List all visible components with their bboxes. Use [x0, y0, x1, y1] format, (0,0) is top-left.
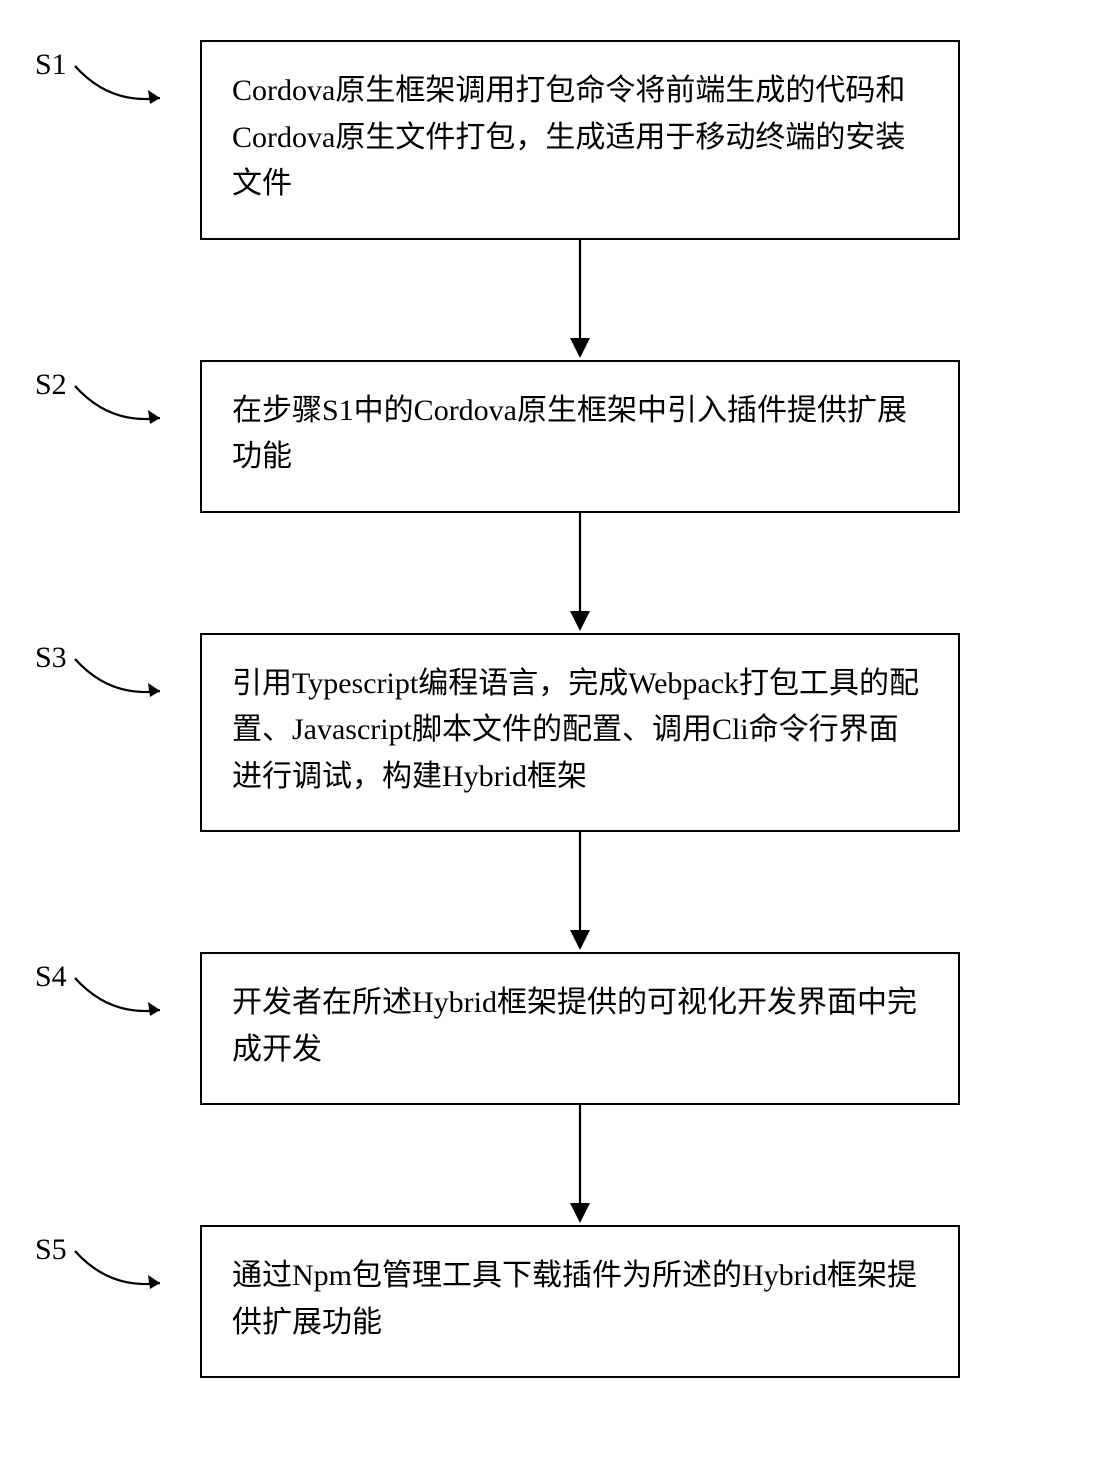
- flow-step-s3: S3 引用Typescript编程语言，完成Webpack打包工具的配置、Jav…: [0, 633, 1094, 833]
- flow-step-s1: S1 Cordova原生框架调用打包命令将前端生成的代码和Cordova原生文件…: [0, 40, 1094, 240]
- step-text-s3: 引用Typescript编程语言，完成Webpack打包工具的配置、Javasc…: [232, 667, 919, 793]
- step-box-s5: 通过Npm包管理工具下载插件为所述的Hybrid框架提供扩展功能: [200, 1225, 960, 1378]
- connector-s1-s2: [200, 240, 960, 360]
- flowchart: S1 Cordova原生框架调用打包命令将前端生成的代码和Cordova原生文件…: [0, 0, 1094, 1378]
- connector-s3-s4: [200, 832, 960, 952]
- down-arrow-icon: [560, 1105, 600, 1225]
- curved-arrow-icon: [0, 50, 160, 130]
- flow-step-s2: S2 在步骤S1中的Cordova原生框架中引入插件提供扩展功能: [0, 360, 1094, 513]
- step-label-pointer-s3: S3: [0, 643, 140, 713]
- step-box-s4: 开发者在所述Hybrid框架提供的可视化开发界面中完成开发: [200, 952, 960, 1105]
- step-text-s1: Cordova原生框架调用打包命令将前端生成的代码和Cordova原生文件打包，…: [232, 74, 905, 200]
- step-label-pointer-s4: S4: [0, 962, 140, 1032]
- curved-arrow-icon: [0, 643, 160, 723]
- connector-s2-s3: [200, 513, 960, 633]
- step-label-pointer-s1: S1: [0, 50, 140, 120]
- step-text-s2: 在步骤S1中的Cordova原生框架中引入插件提供扩展功能: [232, 394, 907, 474]
- step-label-pointer-s2: S2: [0, 370, 140, 440]
- step-box-s2: 在步骤S1中的Cordova原生框架中引入插件提供扩展功能: [200, 360, 960, 513]
- connector-s4-s5: [200, 1105, 960, 1225]
- down-arrow-icon: [560, 240, 600, 360]
- step-box-s1: Cordova原生框架调用打包命令将前端生成的代码和Cordova原生文件打包，…: [200, 40, 960, 240]
- step-label-pointer-s5: S5: [0, 1235, 140, 1305]
- curved-arrow-icon: [0, 370, 160, 450]
- step-text-s5: 通过Npm包管理工具下载插件为所述的Hybrid框架提供扩展功能: [232, 1259, 917, 1339]
- down-arrow-icon: [560, 832, 600, 952]
- step-text-s4: 开发者在所述Hybrid框架提供的可视化开发界面中完成开发: [232, 986, 917, 1066]
- curved-arrow-icon: [0, 962, 160, 1042]
- step-box-s3: 引用Typescript编程语言，完成Webpack打包工具的配置、Javasc…: [200, 633, 960, 833]
- flow-step-s5: S5 通过Npm包管理工具下载插件为所述的Hybrid框架提供扩展功能: [0, 1225, 1094, 1378]
- flow-step-s4: S4 开发者在所述Hybrid框架提供的可视化开发界面中完成开发: [0, 952, 1094, 1105]
- down-arrow-icon: [560, 513, 600, 633]
- curved-arrow-icon: [0, 1235, 160, 1315]
